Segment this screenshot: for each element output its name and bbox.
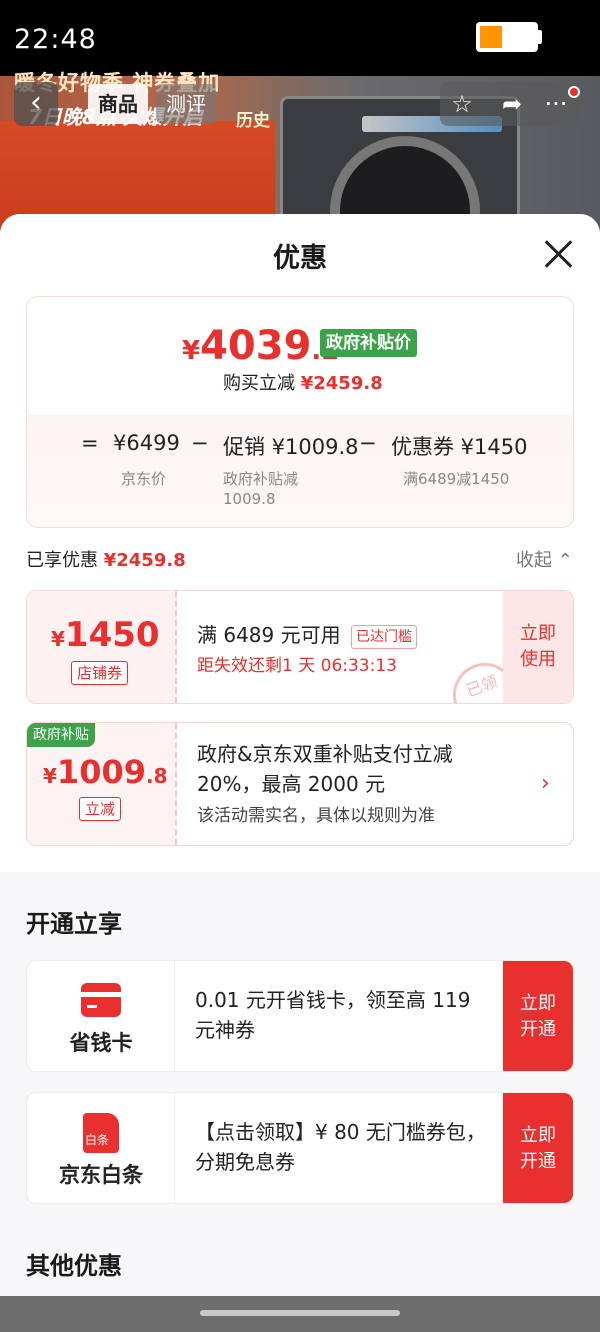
chevron-up-icon: ⌃: [557, 550, 573, 571]
coupon-amount-value: ¥1450: [51, 615, 160, 655]
subsidy-symbol: ¥: [43, 764, 57, 788]
tab-review[interactable]: 测评: [156, 84, 216, 124]
share-icon[interactable]: ➦: [496, 88, 528, 120]
savings-card-row[interactable]: 省钱卡 0.01 元开省钱卡，领至高 119 元神券 立即 开通: [26, 960, 574, 1072]
collapse-label: 收起: [516, 550, 552, 571]
formula-minus-1: −: [191, 431, 209, 455]
subsidy-amount-number: 1009: [56, 753, 146, 791]
close-icon[interactable]: [540, 236, 578, 274]
battery-icon: [476, 22, 538, 52]
cut-label: 购买立减: [223, 373, 295, 394]
chevron-left-icon: ‹: [30, 85, 42, 120]
price-symbol: ¥: [182, 336, 201, 366]
jd-price-label: 京东价: [121, 470, 167, 488]
coupon-label: 满6489减1450: [403, 470, 510, 488]
subsidy-amount: ¥1009.8: [43, 753, 168, 791]
coupon-condition: 满 6489 元可用 已达门槛: [197, 619, 417, 649]
use-now-line1: 立即: [520, 623, 556, 644]
coupon-amount: 优惠券 ¥1450: [391, 435, 528, 459]
price-breakdown-card: ¥4039.2 政府补贴价 购买立减 ¥2459.8 = ¥6499 京东价 −…: [26, 296, 574, 528]
status-time: 22:48: [14, 24, 97, 55]
savings-card-name: 省钱卡: [69, 1031, 133, 1055]
subsidy-line1: 政府&京东双重补贴支付立减: [197, 742, 453, 766]
baitiao-left: 白条 京东白条: [27, 1093, 175, 1203]
promo-amount: 促销 ¥1009.8: [223, 435, 359, 459]
jd-price: ¥6499: [113, 431, 180, 455]
other-discounts-title: 其他优惠: [26, 1252, 122, 1280]
open-savings-card-button[interactable]: 立即 开通: [503, 961, 573, 1071]
back-button[interactable]: ‹: [14, 82, 58, 126]
enjoyed-value: ¥2459.8: [103, 550, 186, 571]
tab-product[interactable]: 商品: [88, 84, 148, 124]
final-price: ¥4039.2: [182, 323, 339, 369]
use-now-line2: 使用: [520, 649, 556, 670]
open-line1: 立即: [520, 993, 556, 1014]
subsidy-description: 政府&京东双重补贴支付立减 20%，最高 2000 元: [197, 739, 453, 799]
subsidy-line2: 20%，最高 2000 元: [197, 772, 386, 796]
enjoyed-discount: 已享优惠 ¥2459.8: [26, 546, 186, 572]
open-line2: 开通: [520, 1151, 556, 1172]
coupon-countdown: 距失效还剩1 天 06:33:13: [197, 656, 397, 676]
home-indicator[interactable]: [200, 1310, 400, 1316]
use-now-button[interactable]: 立即 使用: [503, 591, 573, 703]
sheet-title: 优惠: [273, 243, 327, 274]
subsidy-decimal: .8: [145, 764, 168, 788]
baitiao-icon-text: 白条: [85, 1133, 110, 1147]
open-section-title: 开通立享: [26, 910, 122, 938]
instant-cut-tag: 立减: [79, 797, 122, 821]
status-bar: 22:48: [0, 0, 600, 76]
discount-sheet: 优惠 ¥4039.2 政府补贴价 购买立减 ¥2459.8 = ¥6499 京东…: [0, 214, 600, 1296]
price-integer: 4039: [200, 323, 312, 369]
cut-value: ¥2459.8: [300, 373, 383, 394]
formula-minus-2: −: [359, 431, 377, 455]
baitiao-row[interactable]: 白条 京东白条 【点击领取】¥ 80 无门槛券包，分期免息券 立即 开通: [26, 1092, 574, 1204]
baitiao-desc: 【点击领取】¥ 80 无门槛券包，分期免息券: [195, 1120, 486, 1174]
savings-card-left: 省钱卡: [27, 961, 175, 1071]
promo-corner-label: 历史: [236, 111, 270, 131]
battery-tip: [538, 30, 542, 44]
open-line2: 开通: [520, 1019, 556, 1040]
gov-subsidy-card[interactable]: 政府补贴 ¥1009.8 立减 政府&京东双重补贴支付立减 20%，最高 200…: [26, 722, 574, 846]
open-line1: 立即: [520, 1125, 556, 1146]
savings-card-desc: 0.01 元开省钱卡，领至高 119 元神券: [195, 988, 471, 1042]
promo-label-line1: 政府补贴减: [223, 470, 299, 488]
baitiao-icon: 白条: [83, 1113, 119, 1153]
coupon-condition-text: 满 6489 元可用: [197, 623, 341, 647]
coupon-symbol: ¥: [51, 627, 65, 651]
notification-dot: [568, 86, 580, 98]
formula-equals: =: [81, 431, 99, 455]
gov-subsidy-corner: 政府补贴: [27, 723, 95, 747]
chevron-right-icon[interactable]: ›: [541, 771, 550, 796]
enjoyed-label: 已享优惠: [26, 550, 98, 571]
store-coupon-tag: 店铺券: [71, 661, 129, 685]
threshold-badge: 已达门槛: [350, 624, 417, 649]
baitiao-name: 京东白条: [59, 1163, 143, 1187]
promo-label-line2: 1009.8: [223, 490, 276, 508]
promo-label: 政府补贴减 1009.8: [223, 469, 298, 509]
coupon-amount-number: 1450: [64, 615, 160, 655]
gov-subsidy-tag: 政府补贴价: [320, 329, 417, 357]
open-baitiao-button[interactable]: 立即 开通: [503, 1093, 573, 1203]
collapse-button[interactable]: 收起 ⌃: [516, 546, 573, 572]
star-icon[interactable]: ☆: [446, 88, 478, 120]
subsidy-note: 该活动需实名，具体以规则为准: [197, 806, 435, 826]
savings-card-icon: [81, 983, 121, 1017]
instant-cut: 购买立减 ¥2459.8: [223, 369, 383, 395]
store-coupon-card[interactable]: ¥1450 店铺券 满 6489 元可用 已达门槛 距失效还剩1 天 06:33…: [26, 590, 574, 704]
